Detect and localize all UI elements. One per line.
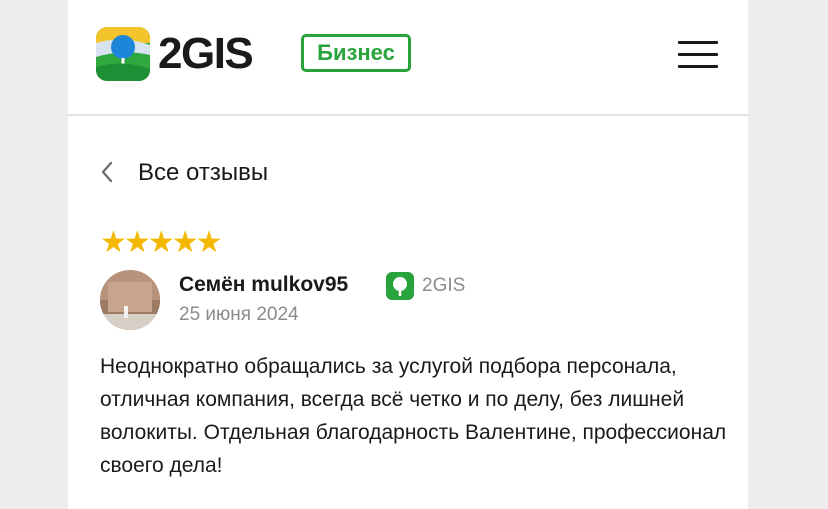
avatar-photo (100, 270, 160, 330)
review-source: 2GIS (422, 275, 466, 296)
rating-stars: ★★★★★ (100, 225, 223, 260)
author-name[interactable]: Семён mulkov95 (179, 272, 348, 298)
business-badge[interactable]: Бизнес (301, 34, 411, 72)
review-date: 25 июня 2024 (179, 304, 299, 325)
logo-wordmark: 2GIS (158, 29, 254, 78)
page-card: 2GIS Бизнес Все отзывы ★★★★★ Семён mulko… (68, 0, 748, 509)
chevron-left-icon (101, 161, 113, 183)
star-icon: ★ (195, 225, 223, 260)
2gis-logo-icon (96, 27, 150, 81)
2gis-pin-icon (386, 272, 414, 300)
menu-button[interactable] (678, 38, 720, 70)
hamburger-menu-icon (678, 41, 718, 44)
star-icon: ★ (147, 225, 175, 260)
avatar[interactable] (100, 270, 160, 330)
header: 2GIS Бизнес (68, 0, 748, 116)
hamburger-menu-icon-bar (678, 65, 718, 68)
review-text: Неоднократно обращались за услугой подбо… (100, 355, 727, 477)
star-icon: ★ (100, 225, 127, 260)
star-icon: ★ (123, 225, 151, 260)
star-icon: ★ (171, 225, 199, 260)
back-label: Все отзывы (138, 159, 269, 186)
hamburger-menu-icon-bar (678, 53, 718, 56)
